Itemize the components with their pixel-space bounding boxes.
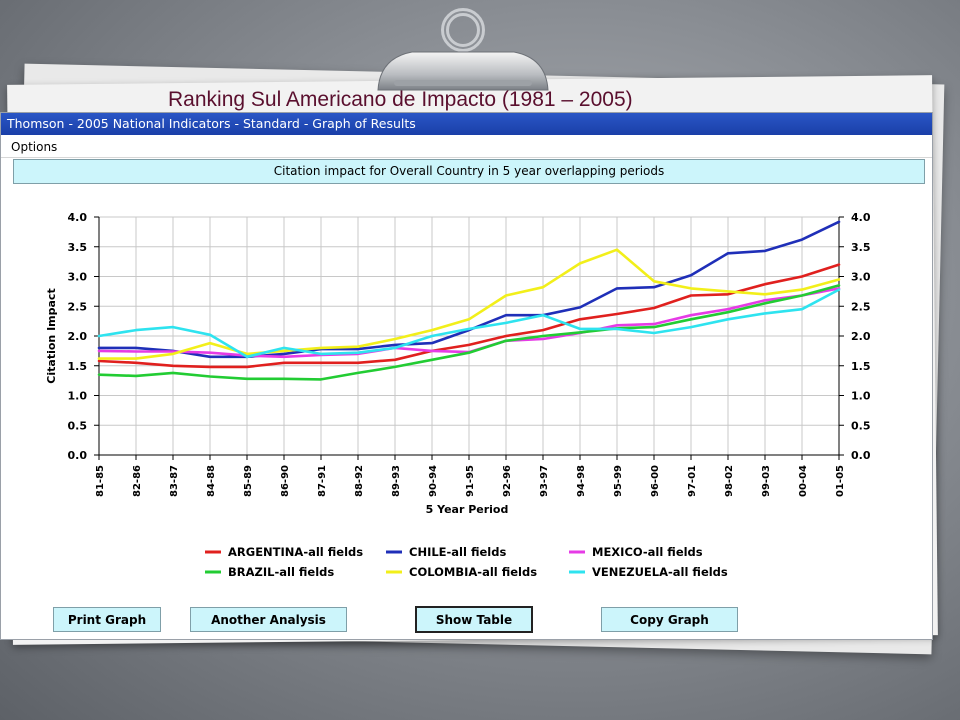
y-tick-label-left: 2.5 (68, 300, 88, 313)
x-tick-label: 92-96 (502, 465, 513, 497)
x-tick-label: 82-86 (132, 465, 143, 497)
y-tick-label-right: 2.0 (851, 330, 871, 343)
copy-graph-button[interactable]: Copy Graph (601, 607, 738, 632)
x-tick-label: 91-95 (465, 465, 476, 497)
legend-label-brazil: BRAZIL-all fields (228, 565, 334, 579)
graph-window: Thomson - 2005 National Indicators - Sta… (0, 112, 933, 640)
y-tick-label-left: 3.0 (68, 271, 88, 284)
binder-clip-icon (377, 8, 549, 91)
legend-label-colombia: COLOMBIA-all fields (409, 565, 537, 579)
y-tick-label-right: 1.5 (851, 360, 871, 373)
y-tick-label-left: 1.0 (68, 390, 88, 403)
x-tick-label: 94-98 (576, 465, 587, 497)
y-tick-label-left: 4.0 (68, 211, 88, 224)
y-tick-label-left: 3.5 (68, 241, 88, 254)
x-tick-label: 01-05 (835, 465, 846, 497)
x-tick-label: 87-91 (317, 465, 328, 497)
y-tick-label-right: 3.5 (851, 241, 871, 254)
line-chart: 0.0 0.0 0.5 0.5 1.0 1.0 1.5 1.5 2.0 2.0 2.5 2.5 3.0 3… (45, 211, 871, 579)
x-tick-label: 99-03 (761, 465, 772, 497)
x-tick-label: 86-90 (280, 465, 291, 497)
x-tick-label: 00-04 (798, 465, 809, 497)
x-tick-label: 90-94 (428, 465, 439, 497)
show-table-button[interactable]: Show Table (415, 606, 533, 633)
x-tick-label: 97-01 (687, 465, 698, 497)
x-tick-label: 85-89 (243, 465, 254, 497)
y-axis-title: Citation Impact (45, 288, 58, 383)
legend-label-chile: CHILE-all fields (409, 545, 506, 559)
y-tick-label-right: 0.5 (851, 419, 871, 432)
y-tick-label-left: 0.5 (68, 419, 88, 432)
x-tick-label: 81-85 (95, 465, 106, 497)
print-graph-button[interactable]: Print Graph (53, 607, 161, 632)
y-tick-label-right: 2.5 (851, 300, 871, 313)
y-tick-label-left: 0.0 (68, 449, 88, 462)
x-tick-label: 93-97 (539, 465, 550, 497)
legend-label-venezuela: VENEZUELA-all fields (592, 565, 728, 579)
x-tick-label: 88-92 (354, 465, 365, 497)
y-tick-label-left: 1.5 (68, 360, 88, 373)
legend-label-mexico: MEXICO-all fields (592, 545, 703, 559)
x-tick-label: 83-87 (169, 465, 180, 497)
x-tick-label: 98-02 (724, 465, 735, 497)
x-tick-label: 95-99 (613, 465, 624, 497)
y-tick-label-right: 4.0 (851, 211, 871, 224)
y-tick-label-left: 2.0 (68, 330, 88, 343)
legend-label-argentina: ARGENTINA-all fields (228, 545, 363, 559)
x-axis-title: 5 Year Period (426, 503, 509, 516)
x-tick-label: 96-00 (650, 465, 661, 497)
another-analysis-button[interactable]: Another Analysis (190, 607, 347, 632)
y-tick-label-right: 1.0 (851, 390, 871, 403)
x-tick-label: 89-93 (391, 465, 402, 497)
y-tick-label-right: 0.0 (851, 449, 871, 462)
x-tick-label: 84-88 (206, 465, 217, 497)
y-tick-label-right: 3.0 (851, 271, 871, 284)
